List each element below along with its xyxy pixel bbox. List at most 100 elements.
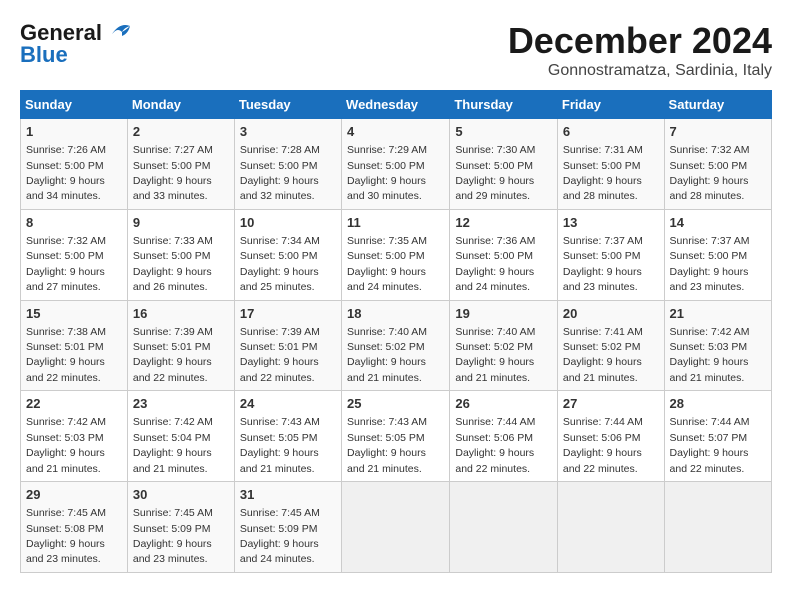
day-number: 25 (347, 395, 444, 413)
day-detail: Sunrise: 7:44 AM Sunset: 5:07 PM Dayligh… (670, 416, 750, 474)
day-cell (664, 482, 771, 573)
day-number: 1 (26, 123, 122, 141)
header-cell-friday: Friday (557, 91, 664, 119)
month-title: December 2024 (508, 20, 772, 62)
day-number: 30 (133, 486, 229, 504)
calendar-table: SundayMondayTuesdayWednesdayThursdayFrid… (20, 90, 772, 573)
page-header: General Blue December 2024 Gonnostramatz… (20, 20, 772, 80)
day-detail: Sunrise: 7:44 AM Sunset: 5:06 PM Dayligh… (455, 416, 535, 474)
day-cell: 3Sunrise: 7:28 AM Sunset: 5:00 PM Daylig… (234, 119, 341, 210)
day-cell: 7Sunrise: 7:32 AM Sunset: 5:00 PM Daylig… (664, 119, 771, 210)
day-detail: Sunrise: 7:37 AM Sunset: 5:00 PM Dayligh… (670, 235, 750, 293)
day-cell (450, 482, 558, 573)
day-cell: 17Sunrise: 7:39 AM Sunset: 5:01 PM Dayli… (234, 300, 341, 391)
day-cell: 12 Sunrise: 7:36 AM Sunset: 5:00 PM Dayli… (450, 209, 558, 300)
calendar-header: SundayMondayTuesdayWednesdayThursdayFrid… (21, 91, 772, 119)
week-row-4: 22 Sunrise: 7:42 AM Sunset: 5:03 PM Dayli… (21, 391, 772, 482)
day-detail: Sunrise: 7:41 AM Sunset: 5:02 PM Dayligh… (563, 326, 643, 384)
day-detail: Sunrise: 7:39 AM Sunset: 5:01 PM Dayligh… (240, 326, 320, 384)
day-detail: Sunrise: 7:35 AM Sunset: 5:00 PM Dayligh… (347, 235, 427, 293)
day-detail: Sunrise: 7:37 AM Sunset: 5:00 PM Dayligh… (563, 235, 643, 293)
day-detail: Sunrise: 7:42 AM Sunset: 5:03 PM Dayligh… (26, 416, 106, 474)
header-row: SundayMondayTuesdayWednesdayThursdayFrid… (21, 91, 772, 119)
week-row-1: 1 Sunrise: 7:26 AM Sunset: 5:00 PM Daylig… (21, 119, 772, 210)
day-cell: 8 Sunrise: 7:32 AM Sunset: 5:00 PM Daylig… (21, 209, 128, 300)
day-number: 21 (670, 305, 766, 323)
day-detail: Sunrise: 7:42 AM Sunset: 5:04 PM Dayligh… (133, 416, 213, 474)
day-cell: 24Sunrise: 7:43 AM Sunset: 5:05 PM Dayli… (234, 391, 341, 482)
day-detail: Sunrise: 7:26 AM Sunset: 5:00 PM Dayligh… (26, 144, 106, 202)
day-detail: Sunrise: 7:42 AM Sunset: 5:03 PM Dayligh… (670, 326, 750, 384)
logo: General Blue (20, 20, 132, 68)
day-number: 18 (347, 305, 444, 323)
day-detail: Sunrise: 7:36 AM Sunset: 5:00 PM Dayligh… (455, 235, 535, 293)
day-number: 4 (347, 123, 444, 141)
day-cell (342, 482, 450, 573)
day-cell: 6 Sunrise: 7:31 AM Sunset: 5:00 PM Daylig… (557, 119, 664, 210)
day-number: 9 (133, 214, 229, 232)
day-cell: 19Sunrise: 7:40 AM Sunset: 5:02 PM Dayli… (450, 300, 558, 391)
day-detail: Sunrise: 7:44 AM Sunset: 5:06 PM Dayligh… (563, 416, 643, 474)
header-cell-thursday: Thursday (450, 91, 558, 119)
week-row-3: 15 Sunrise: 7:38 AM Sunset: 5:01 PM Dayli… (21, 300, 772, 391)
day-number: 5 (455, 123, 552, 141)
day-cell: 23Sunrise: 7:42 AM Sunset: 5:04 PM Dayli… (127, 391, 234, 482)
day-detail: Sunrise: 7:32 AM Sunset: 5:00 PM Dayligh… (670, 144, 750, 202)
calendar-body: 1 Sunrise: 7:26 AM Sunset: 5:00 PM Daylig… (21, 119, 772, 573)
day-number: 12 (455, 214, 552, 232)
day-number: 22 (26, 395, 122, 413)
day-number: 10 (240, 214, 336, 232)
day-cell: 28 Sunrise: 7:44 AM Sunset: 5:07 PM Dayli… (664, 391, 771, 482)
day-cell: 10 Sunrise: 7:34 AM Sunset: 5:00 PM Dayli… (234, 209, 341, 300)
logo-bird-icon (104, 20, 132, 42)
day-number: 29 (26, 486, 122, 504)
day-cell: 14 Sunrise: 7:37 AM Sunset: 5:00 PM Dayli… (664, 209, 771, 300)
day-detail: Sunrise: 7:38 AM Sunset: 5:01 PM Dayligh… (26, 326, 106, 384)
day-number: 24 (240, 395, 336, 413)
day-detail: Sunrise: 7:43 AM Sunset: 5:05 PM Dayligh… (347, 416, 427, 474)
day-cell: 15 Sunrise: 7:38 AM Sunset: 5:01 PM Dayli… (21, 300, 128, 391)
day-cell (557, 482, 664, 573)
day-detail: Sunrise: 7:39 AM Sunset: 5:01 PM Dayligh… (133, 326, 213, 384)
day-number: 8 (26, 214, 122, 232)
day-cell: 2Sunrise: 7:27 AM Sunset: 5:00 PM Daylig… (127, 119, 234, 210)
day-number: 14 (670, 214, 766, 232)
day-cell: 13 Sunrise: 7:37 AM Sunset: 5:00 PM Dayli… (557, 209, 664, 300)
day-number: 26 (455, 395, 552, 413)
day-number: 20 (563, 305, 659, 323)
title-area: December 2024 Gonnostramatza, Sardinia, … (508, 20, 772, 80)
header-cell-wednesday: Wednesday (342, 91, 450, 119)
day-cell: 16Sunrise: 7:39 AM Sunset: 5:01 PM Dayli… (127, 300, 234, 391)
header-cell-monday: Monday (127, 91, 234, 119)
day-detail: Sunrise: 7:40 AM Sunset: 5:02 PM Dayligh… (347, 326, 427, 384)
day-detail: Sunrise: 7:32 AM Sunset: 5:00 PM Dayligh… (26, 235, 106, 293)
day-cell: 27Sunrise: 7:44 AM Sunset: 5:06 PM Dayli… (557, 391, 664, 482)
day-detail: Sunrise: 7:33 AM Sunset: 5:00 PM Dayligh… (133, 235, 213, 293)
location-title: Gonnostramatza, Sardinia, Italy (508, 62, 772, 80)
header-cell-tuesday: Tuesday (234, 91, 341, 119)
day-cell: 1 Sunrise: 7:26 AM Sunset: 5:00 PM Daylig… (21, 119, 128, 210)
day-cell: 4Sunrise: 7:29 AM Sunset: 5:00 PM Daylig… (342, 119, 450, 210)
day-detail: Sunrise: 7:45 AM Sunset: 5:08 PM Dayligh… (26, 507, 106, 565)
day-detail: Sunrise: 7:34 AM Sunset: 5:00 PM Dayligh… (240, 235, 320, 293)
day-cell: 9 Sunrise: 7:33 AM Sunset: 5:00 PM Daylig… (127, 209, 234, 300)
day-number: 15 (26, 305, 122, 323)
header-cell-sunday: Sunday (21, 91, 128, 119)
day-number: 31 (240, 486, 336, 504)
day-number: 19 (455, 305, 552, 323)
day-detail: Sunrise: 7:27 AM Sunset: 5:00 PM Dayligh… (133, 144, 213, 202)
day-detail: Sunrise: 7:31 AM Sunset: 5:00 PM Dayligh… (563, 144, 643, 202)
day-cell: 21 Sunrise: 7:42 AM Sunset: 5:03 PM Dayli… (664, 300, 771, 391)
week-row-2: 8 Sunrise: 7:32 AM Sunset: 5:00 PM Daylig… (21, 209, 772, 300)
day-cell: 22 Sunrise: 7:42 AM Sunset: 5:03 PM Dayli… (21, 391, 128, 482)
day-cell: 29 Sunrise: 7:45 AM Sunset: 5:08 PM Dayli… (21, 482, 128, 573)
day-cell: 30 Sunrise: 7:45 AM Sunset: 5:09 PM Dayli… (127, 482, 234, 573)
day-number: 6 (563, 123, 659, 141)
day-number: 13 (563, 214, 659, 232)
day-detail: Sunrise: 7:45 AM Sunset: 5:09 PM Dayligh… (240, 507, 320, 565)
logo-blue: Blue (20, 42, 68, 68)
day-detail: Sunrise: 7:28 AM Sunset: 5:00 PM Dayligh… (240, 144, 320, 202)
day-detail: Sunrise: 7:45 AM Sunset: 5:09 PM Dayligh… (133, 507, 213, 565)
day-number: 28 (670, 395, 766, 413)
day-number: 11 (347, 214, 444, 232)
